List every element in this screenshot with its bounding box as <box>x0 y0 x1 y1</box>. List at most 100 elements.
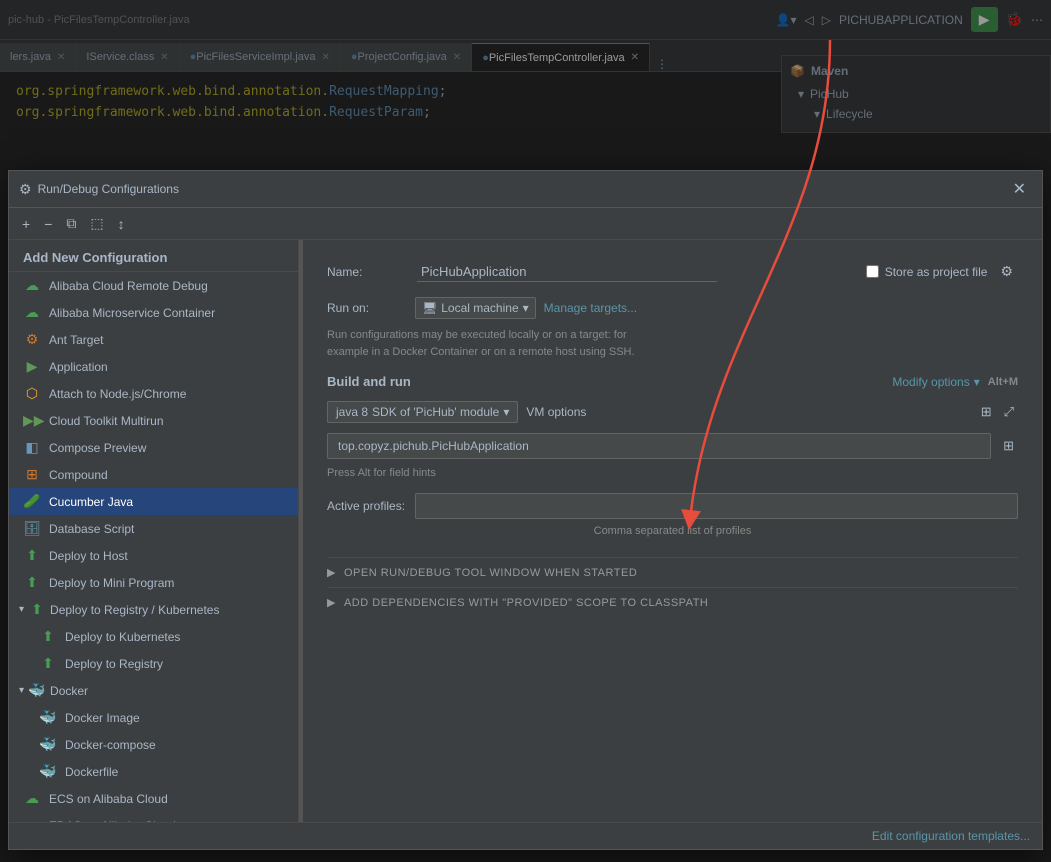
deploy-registry-group-icon: ⬆ <box>28 601 46 618</box>
ant-target-icon: ⚙ <box>23 331 41 348</box>
expand-icon-btn[interactable]: ⊞ <box>977 402 996 422</box>
cucumber-java-icon: 🥒 <box>23 493 41 510</box>
modify-options-btn[interactable]: Modify options ▾ <box>892 375 979 389</box>
sidebar-item-deploy-to-mini[interactable]: ⬆ Deploy to Mini Program <box>9 569 298 596</box>
dialog-footer: Edit configuration templates... <box>9 822 1042 849</box>
sidebar-header: Add New Configuration <box>9 240 298 272</box>
name-label-input: Name: <box>327 262 866 282</box>
application-label: Application <box>49 360 108 374</box>
docker-group-icon: 🐳 <box>28 682 46 699</box>
run-on-value: Local machine <box>441 301 518 315</box>
docker-compose-icon: 🐳 <box>39 736 57 753</box>
docker-group-label: Docker <box>50 684 88 698</box>
sidebar-item-deploy-to-host[interactable]: ⬆ Deploy to Host <box>9 542 298 569</box>
database-script-icon: 🗄 <box>23 520 41 537</box>
run-on-label: Run on: <box>327 301 407 315</box>
sidebar-item-ant-target[interactable]: ⚙ Ant Target <box>9 326 298 353</box>
sdk-chevron: ▾ <box>503 405 509 419</box>
vm-options-btn[interactable]: VM options <box>526 405 586 419</box>
sidebar-item-database-script[interactable]: 🗄 Database Script <box>9 515 298 542</box>
name-input[interactable] <box>417 262 717 282</box>
toolbar-move-btn[interactable]: ⬚ <box>85 212 108 235</box>
sidebar-item-deploy-registry[interactable]: ⬆ Deploy to Registry <box>25 650 298 677</box>
dialog-title-text: Run/Debug Configurations <box>38 182 179 196</box>
ecs-icon: ☁ <box>23 790 41 807</box>
deploy-registry-group-label: Deploy to Registry / Kubernetes <box>50 603 219 617</box>
open-run-debug-expand: ▶ <box>327 566 336 579</box>
alibaba-remote-icon: ☁ <box>23 277 41 294</box>
sidebar-item-alibaba-remote[interactable]: ☁ Alibaba Cloud Remote Debug <box>9 272 298 299</box>
toolbar-sort-btn[interactable]: ↕ <box>113 213 130 235</box>
toolbar-remove-btn[interactable]: − <box>39 213 57 235</box>
sdk-row: java 8 SDK of 'PicHub' module ▾ VM optio… <box>327 401 1018 423</box>
fullscreen-icon-btn[interactable]: ⤢ <box>1000 402 1018 422</box>
cloud-toolkit-label: Cloud Toolkit Multirun <box>49 414 164 428</box>
cloud-toolkit-icon: ▶▶ <box>23 412 41 429</box>
sidebar-item-attach-node[interactable]: ⬡ Attach to Node.js/Chrome <box>9 380 298 407</box>
sidebar-item-docker-compose[interactable]: 🐳 Docker-compose <box>25 731 298 758</box>
sidebar-item-dockerfile[interactable]: 🐳 Dockerfile <box>25 758 298 785</box>
sidebar-item-edas[interactable]: ☁ EDAS on Alibaba Cloud <box>9 812 298 822</box>
main-class-expand-btn[interactable]: ⊞ <box>999 436 1018 456</box>
modify-options-row: Modify options ▾ Alt+M <box>892 375 1018 389</box>
toolbar-copy-btn[interactable]: ⧉ <box>61 212 81 235</box>
run-on-computer-icon: 🖥 <box>422 301 437 315</box>
compound-icon: ⊞ <box>23 466 41 483</box>
dialog-titlebar: ⚙ Run/Debug Configurations ✕ <box>9 171 1042 208</box>
build-icons-right: ⊞ ⤢ <box>977 402 1018 422</box>
store-project-settings-btn[interactable]: ⚙ <box>995 260 1018 283</box>
sidebar-item-cucumber-java[interactable]: 🥒 Cucumber Java <box>9 488 298 515</box>
store-project-checkbox[interactable] <box>866 265 879 278</box>
manage-targets-link[interactable]: Manage targets... <box>544 301 637 315</box>
sidebar-item-compound[interactable]: ⊞ Compound <box>9 461 298 488</box>
sidebar-item-cloud-toolkit[interactable]: ▶▶ Cloud Toolkit Multirun <box>9 407 298 434</box>
group-expand-icon: ▾ <box>19 604 24 615</box>
run-on-dropdown[interactable]: 🖥 Local machine ▾ <box>415 297 536 319</box>
deploy-mini-icon: ⬆ <box>23 574 41 591</box>
store-project-row: Store as project file ⚙ <box>866 260 1018 283</box>
sdk-suffix: SDK of 'PicHub' module <box>372 405 499 419</box>
store-project-text: Store as project file <box>885 265 988 279</box>
deploy-registry-children: ⬆ Deploy to Kubernetes ⬆ Deploy to Regis… <box>9 623 298 677</box>
sdk-select[interactable]: java 8 SDK of 'PicHub' module ▾ <box>327 401 518 423</box>
deploy-kubernetes-icon: ⬆ <box>39 628 57 645</box>
sidebar-item-alibaba-microservice[interactable]: ☁ Alibaba Microservice Container <box>9 299 298 326</box>
active-profiles-label: Active profiles: <box>327 499 405 513</box>
active-profiles-input[interactable] <box>415 493 1018 519</box>
open-run-debug-section[interactable]: ▶ OPEN RUN/DEBUG TOOL WINDOW WHEN STARTE… <box>327 557 1018 587</box>
store-project-label[interactable]: Store as project file <box>866 265 988 279</box>
main-class-input[interactable] <box>327 433 991 459</box>
profiles-hint: Comma separated list of profiles <box>327 525 1018 537</box>
deploy-registry-label: Deploy to Registry <box>65 657 163 671</box>
sidebar-item-ecs[interactable]: ☁ ECS on Alibaba Cloud <box>9 785 298 812</box>
deploy-registry-icon: ⬆ <box>39 655 57 672</box>
run-on-chevron: ▾ <box>523 301 529 315</box>
field-hint: Press Alt for field hints <box>327 467 1018 479</box>
sidebar-item-compose-preview[interactable]: ◧ Compose Preview <box>9 434 298 461</box>
sidebar-group-deploy-registry[interactable]: ▾ ⬆ Deploy to Registry / Kubernetes <box>9 596 298 623</box>
deploy-kubernetes-label: Deploy to Kubernetes <box>65 630 180 644</box>
deploy-host-icon: ⬆ <box>23 547 41 564</box>
alibaba-remote-label: Alibaba Cloud Remote Debug <box>49 279 208 293</box>
sidebar-item-application[interactable]: ▶ Application <box>9 353 298 380</box>
ant-target-label: Ant Target <box>49 333 103 347</box>
docker-compose-label: Docker-compose <box>65 738 156 752</box>
toolbar-add-btn[interactable]: + <box>17 213 35 235</box>
docker-children: 🐳 Docker Image 🐳 Docker-compose 🐳 Docker… <box>9 704 298 785</box>
add-dependencies-section[interactable]: ▶ ADD DEPENDENCIES WITH "PROVIDED" SCOPE… <box>327 587 1018 617</box>
add-dependencies-expand: ▶ <box>327 596 336 609</box>
edit-templates-link[interactable]: Edit configuration templates... <box>872 829 1030 843</box>
docker-image-label: Docker Image <box>65 711 140 725</box>
modify-options-shortcut: Alt+M <box>988 376 1018 388</box>
sidebar-item-docker-image[interactable]: 🐳 Docker Image <box>25 704 298 731</box>
ecs-label: ECS on Alibaba Cloud <box>49 792 168 806</box>
database-script-label: Database Script <box>49 522 134 536</box>
cucumber-java-label: Cucumber Java <box>49 495 133 509</box>
run-on-row: Run on: 🖥 Local machine ▾ Manage targets… <box>327 297 1018 319</box>
application-icon: ▶ <box>23 358 41 375</box>
sidebar-item-deploy-kubernetes[interactable]: ⬆ Deploy to Kubernetes <box>25 623 298 650</box>
sidebar-group-docker[interactable]: ▾ 🐳 Docker <box>9 677 298 704</box>
attach-node-label: Attach to Node.js/Chrome <box>49 387 186 401</box>
dialog-close-button[interactable]: ✕ <box>1007 177 1032 201</box>
dialog-toolbar: + − ⧉ ⬚ ↕ <box>9 208 1042 240</box>
